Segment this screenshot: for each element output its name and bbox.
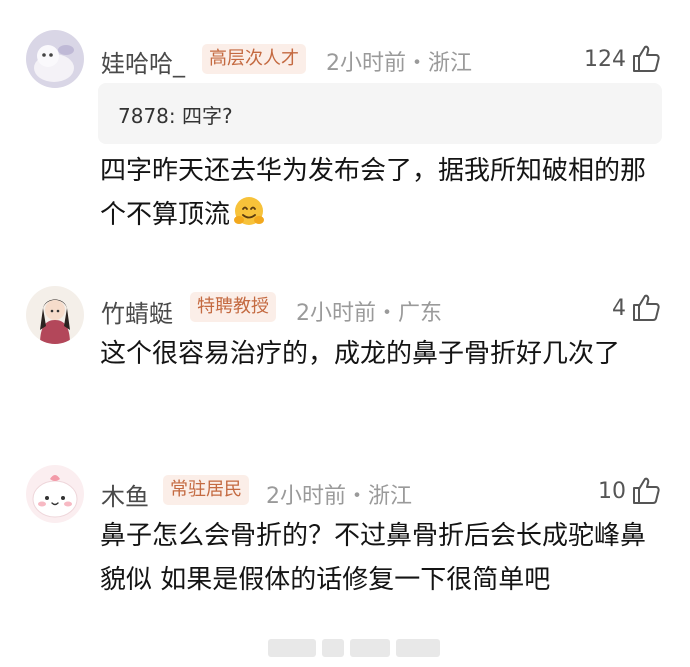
- username[interactable]: 娃哈哈_: [101, 44, 185, 79]
- avatar-image: [26, 465, 84, 523]
- comment-text: 鼻子怎么会骨折的？不过鼻骨折后会长成驼峰鼻貌似 如果是假体的话修复一下很简单吧: [100, 521, 647, 595]
- avatar-image: [26, 30, 84, 88]
- like-count: 124: [584, 46, 626, 72]
- avatar[interactable]: [26, 465, 84, 523]
- thumbs-up-icon: [633, 477, 660, 504]
- user-badge: 高层次人才: [202, 44, 306, 74]
- like-button[interactable]: 10: [598, 474, 662, 508]
- watermark: [268, 639, 440, 667]
- user-badge: 特聘教授: [190, 292, 276, 322]
- hugging-face-emoji: [234, 197, 265, 225]
- username[interactable]: 竹蜻蜓: [101, 294, 173, 329]
- comment-meta: 2小时前・广东: [296, 301, 442, 326]
- comment-meta: 2小时前・浙江: [266, 484, 412, 509]
- avatar-image: [26, 286, 84, 344]
- quoted-text: 7878: 四字?: [118, 104, 233, 128]
- username[interactable]: 木鱼: [101, 477, 149, 512]
- thumbs-up-icon: [633, 294, 660, 321]
- user-badge: 常驻居民: [163, 475, 249, 505]
- avatar[interactable]: [26, 30, 84, 88]
- like-button[interactable]: 124: [584, 42, 662, 76]
- quoted-reply[interactable]: 7878: 四字?: [98, 83, 662, 144]
- avatar[interactable]: [26, 286, 84, 344]
- thumbs-up-icon: [633, 45, 660, 72]
- like-count: 4: [612, 295, 626, 321]
- comment-meta: 2小时前・浙江: [326, 51, 472, 76]
- comment-body: 四字昨天还去华为发布会了，据我所知破相的那个不算顶流: [100, 156, 647, 230]
- comment-text: 四字昨天还去华为发布会了，据我所知破相的那个不算顶流: [100, 149, 670, 237]
- comment-text: 这个很容易治疗的，成龙的鼻子骨折好几次了: [100, 339, 621, 369]
- like-button[interactable]: 4: [612, 291, 662, 325]
- like-count: 10: [598, 478, 626, 504]
